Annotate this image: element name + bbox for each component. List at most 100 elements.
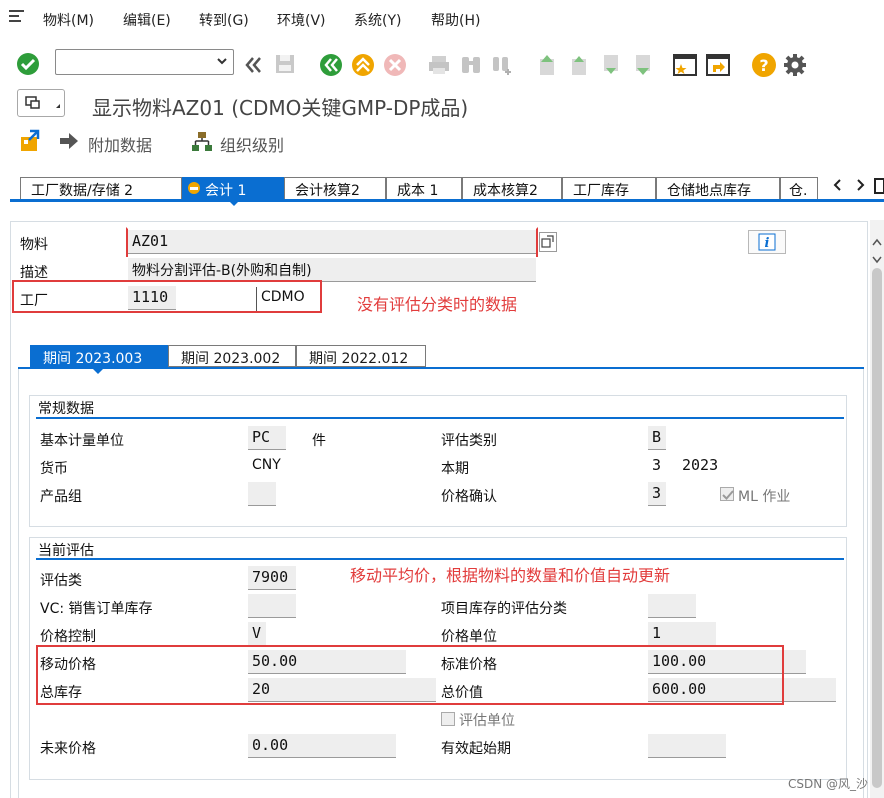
current-year-value: 2023 [682,456,719,474]
current-period-value: 3 [652,456,662,474]
tab-label: 期间 2023.003 [43,351,143,367]
menu-toggle-icon[interactable] [8,8,26,28]
arrow-right-icon[interactable] [58,132,80,154]
tab-list-icon[interactable] [874,178,884,198]
tab-plant-storage-2[interactable]: 工厂数据/存储 2 [20,177,182,199]
base-uom-text: 件 [312,433,326,449]
menu-system[interactable]: 系统(Y) [354,10,401,30]
check-icon [722,490,734,500]
tab-costing-1[interactable]: 成本 1 [386,177,462,199]
tab-accounting-2[interactable]: 会计核算2 [284,177,386,199]
description-field[interactable]: 物料分割评估-B(外购和自制) [128,258,536,282]
tab-period-2022-012[interactable]: 期间 2022.012 [296,345,426,367]
menu-help[interactable]: 帮助(H) [431,10,480,30]
chevron-down-icon[interactable] [217,56,227,66]
tab-accounting-1[interactable]: 会计 1 [182,177,284,199]
base-uom-field[interactable]: PC [248,426,286,450]
tab-scroll-right-icon[interactable] [854,178,866,196]
page-title: 显示物料AZ01 (CDMO关键GMP-DP成品) [92,96,469,120]
valuation-unit-checkbox[interactable] [441,712,455,726]
future-price-field[interactable]: 0.00 [248,734,396,758]
project-stock-field[interactable] [648,594,696,618]
price-determination-field[interactable]: 3 [648,482,666,506]
menu-goto[interactable]: 转到(G) [199,10,249,30]
org-levels-icon[interactable] [191,131,213,157]
help-icon[interactable]: ? [751,52,777,78]
org-levels-button[interactable]: 组织级别 [220,132,284,156]
gear-icon[interactable] [783,53,807,77]
tab-label: 期间 2022.012 [309,351,409,367]
price-control-label: 价格控制 [40,629,96,645]
svg-text:?: ? [759,56,768,75]
vc-sales-order-label: VC: 销售订单库存 [40,601,153,617]
first-page-icon[interactable] [536,53,558,77]
price-unit-label: 价格单位 [441,629,497,645]
tab-scroll-left-icon[interactable] [832,178,844,196]
org-export-icon[interactable] [18,129,42,157]
tab-storage-location-stock[interactable]: 仓储地点库存 [656,177,780,199]
new-session-icon[interactable] [672,52,698,78]
tab-period-2023-003[interactable]: 期间 2023.003 [30,345,168,367]
tab-pointer [228,200,240,206]
tab-underline [10,199,884,202]
tab-label: 仓储地点库存 [667,183,751,199]
currency-value: CNY [252,457,281,473]
ml-label: ML 作业 [738,489,791,505]
future-price-label: 未来价格 [40,741,96,757]
find-next-icon[interactable] [490,53,514,77]
scroll-up-icon[interactable] [872,234,882,250]
tab-overflow[interactable]: 仓. [780,177,818,199]
tab-costing-2[interactable]: 成本核算2 [462,177,562,199]
back-icon[interactable] [319,53,343,77]
annotation-no-valuation: 没有评估分类时的数据 [357,295,518,314]
scroll-down-icon[interactable] [872,252,882,268]
exit-icon[interactable] [351,53,375,77]
valid-from-field[interactable] [648,734,726,758]
base-uom-label: 基本计量单位 [40,433,124,449]
tab-label: 工厂数据/存储 2 [31,183,134,199]
price-determination-label: 价格确认 [441,489,497,505]
valuation-category-label: 评估类别 [441,433,497,449]
tab-period-2023-002[interactable]: 期间 2023.002 [168,345,296,367]
price-unit-field[interactable]: 1 [648,622,716,646]
product-group-label: 产品组 [40,489,82,505]
cancel-icon[interactable] [383,53,407,77]
last-page-icon[interactable] [632,53,654,77]
moving-price-highlight-box [36,645,784,705]
valuation-category-field[interactable]: B [648,426,666,450]
find-icon[interactable] [459,53,483,77]
command-field[interactable] [55,49,234,75]
current-valuation-title: 当前评估 [38,543,94,559]
general-data-title: 常规数据 [38,401,94,417]
price-control-field[interactable]: V [248,622,266,646]
material-label: 物料 [20,237,48,253]
save-icon[interactable] [274,53,296,75]
command-input[interactable] [56,50,211,72]
product-group-field[interactable] [248,482,276,506]
screen-menu-button[interactable] [17,89,65,117]
double-chevron-left-icon[interactable] [243,55,263,75]
scrollbar-thumb[interactable] [872,268,882,788]
ml-checkbox[interactable] [720,487,734,501]
menu-environment[interactable]: 环境(V) [277,10,326,30]
tab-label: 期间 2023.002 [181,351,281,367]
tab-label: 成本核算2 [473,183,538,199]
additional-data-button[interactable]: 附加数据 [88,132,152,156]
annotation-moving-average: 移动平均价，根据物料的数量和价值自动更新 [350,566,671,585]
previous-page-icon[interactable] [568,53,590,77]
plant-highlight-box [12,280,322,313]
enter-check-icon[interactable] [16,52,40,76]
valuation-class-field[interactable]: 7900 [248,566,296,590]
menu-material[interactable]: 物料(M) [43,10,94,30]
vc-sales-order-field[interactable] [248,594,296,618]
display-other-material-icon[interactable] [539,232,557,252]
shortcut-icon[interactable] [705,52,731,78]
next-page-icon[interactable] [600,53,622,77]
current-valuation-rule [36,558,844,560]
screen-menu-icon [25,96,60,109]
tab-plant-stock[interactable]: 工厂库存 [562,177,656,199]
project-stock-label: 项目库存的评估分类 [441,601,567,617]
menu-edit[interactable]: 编辑(E) [123,10,171,30]
print-icon[interactable] [427,53,451,77]
info-icon[interactable]: i [748,230,786,254]
